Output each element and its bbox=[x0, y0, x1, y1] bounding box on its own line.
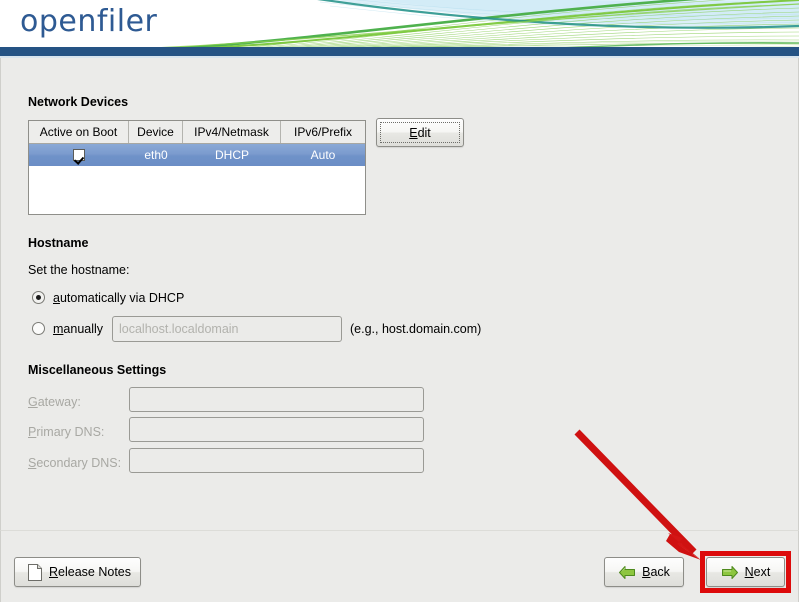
radio-automatically-label[interactable]: automatically via DHCP bbox=[53, 291, 184, 305]
radio-manually[interactable] bbox=[32, 322, 45, 335]
table-header-row: Active on Boot Device IPv4/Netmask IPv6/… bbox=[29, 121, 365, 144]
back-accesskey: B bbox=[642, 565, 651, 579]
column-header-device[interactable]: Device bbox=[129, 121, 183, 143]
hostname-prompt: Set the hostname: bbox=[28, 263, 130, 277]
primary-dns-label: Primary DNS: bbox=[28, 425, 105, 439]
focus-ring bbox=[380, 122, 460, 143]
back-button-label: Back bbox=[642, 565, 670, 579]
secondary-dns-input[interactable] bbox=[129, 448, 424, 473]
primary-dns-accesskey: P bbox=[28, 425, 37, 439]
gateway-label: Gateway: bbox=[28, 395, 81, 409]
table-row[interactable]: eth0 DHCP Auto bbox=[29, 144, 365, 166]
header-banner: openfiler bbox=[0, 0, 799, 48]
active-on-boot-cell[interactable] bbox=[29, 149, 129, 161]
back-button[interactable]: Back bbox=[604, 557, 684, 587]
radio-manually-label[interactable]: manually bbox=[53, 322, 103, 336]
secondary-dns-accesskey: S bbox=[28, 456, 37, 470]
ipv4-netmask-cell: DHCP bbox=[214, 148, 249, 162]
secondary-dns-label: Secondary DNS: bbox=[28, 456, 122, 470]
edit-button[interactable]: Edit bbox=[376, 118, 464, 147]
column-header-ipv4-netmask[interactable]: IPv4/Netmask bbox=[183, 121, 281, 143]
radio-automatically-via-dhcp[interactable] bbox=[32, 291, 45, 304]
next-button-highlight-box bbox=[700, 551, 791, 593]
release-notes-label: Release Notes bbox=[49, 565, 131, 579]
device-cell: eth0 bbox=[144, 148, 168, 162]
misc-settings-title: Miscellaneous Settings bbox=[28, 363, 167, 377]
ipv6-prefix-cell: Auto bbox=[310, 148, 336, 162]
gateway-input[interactable] bbox=[129, 387, 424, 412]
primary-dns-input[interactable] bbox=[129, 417, 424, 442]
document-icon bbox=[28, 563, 42, 581]
network-devices-table[interactable]: Active on Boot Device IPv4/Netmask IPv6/… bbox=[28, 120, 366, 215]
network-devices-title: Network Devices bbox=[28, 95, 129, 109]
column-header-ipv6-prefix[interactable]: IPv6/Prefix bbox=[281, 121, 365, 143]
hostname-example-hint: (e.g., host.domain.com) bbox=[350, 322, 482, 336]
hostname-title: Hostname bbox=[28, 236, 89, 250]
release-notes-button[interactable]: Release Notes bbox=[14, 557, 141, 587]
column-header-active-on-boot[interactable]: Active on Boot bbox=[29, 121, 129, 143]
gateway-accesskey: G bbox=[28, 395, 38, 409]
arrow-left-icon bbox=[618, 565, 636, 580]
table-empty-body bbox=[29, 166, 365, 214]
active-on-boot-checkbox[interactable] bbox=[73, 149, 85, 161]
header-blue-bar bbox=[0, 47, 799, 56]
release-notes-accesskey: R bbox=[49, 565, 59, 579]
hostname-input-placeholder: localhost.localdomain bbox=[119, 322, 239, 336]
hostname-input[interactable]: localhost.localdomain bbox=[112, 316, 342, 342]
openfiler-logo: openfiler bbox=[20, 4, 158, 39]
manual-accesskey: m bbox=[53, 322, 64, 336]
automatic-accesskey: a bbox=[53, 291, 60, 305]
installer-window: openfiler Network Devices Active on Boot… bbox=[0, 0, 799, 602]
